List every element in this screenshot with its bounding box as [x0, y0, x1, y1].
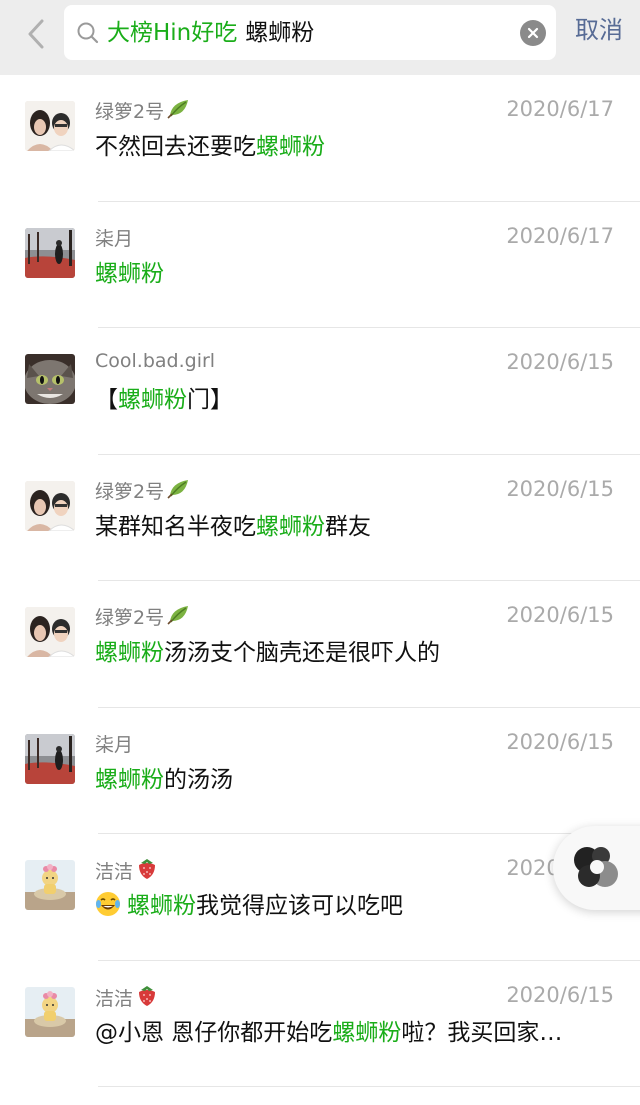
sender-name-text: 柒月: [95, 227, 134, 250]
message-date: 2020/6/15: [506, 603, 614, 627]
avatar[interactable]: [25, 227, 75, 278]
avatar[interactable]: [25, 986, 75, 1037]
sender-name: 柒月: [95, 224, 133, 251]
message-keyword-highlight: 螺蛳粉: [95, 260, 164, 287]
message-text-before: 不然回去还要吃: [95, 134, 256, 160]
avatar[interactable]: [25, 354, 75, 404]
avatar[interactable]: [25, 860, 75, 910]
search-header: 大榜Hin好吃 螺蛳粉 取消: [0, 0, 640, 75]
avatar[interactable]: [25, 101, 75, 151]
avatar[interactable]: [25, 733, 75, 784]
sender-name-text: 洁洁: [95, 861, 134, 883]
message-keyword-highlight: 螺蛳粉: [118, 387, 187, 413]
chevron-left-icon: [28, 19, 44, 49]
result-item[interactable]: 绿箩2号 2020/6/15 某群知名半夜吃螺蛳粉群友: [0, 455, 640, 581]
clear-search-button[interactable]: [520, 20, 546, 46]
message-text-before: @小恩 恩仔你都开始吃: [95, 1019, 333, 1046]
message-preview: 螺蛳粉的汤汤: [95, 764, 233, 796]
sender-name-text: 绿箩2号: [95, 101, 165, 123]
leaf-icon: [167, 477, 191, 504]
sender-name-text: 绿箩2号: [95, 607, 165, 629]
result-item[interactable]: 柒月 2020/6/15 螺蛳粉的汤汤: [0, 708, 640, 834]
message-date: 2020/6/17: [506, 97, 614, 121]
cancel-button[interactable]: 取消: [575, 13, 623, 47]
search-keyword: 螺蛳粉: [245, 20, 315, 46]
message-keyword-highlight: 螺蛳粉: [95, 766, 164, 793]
result-item[interactable]: 洁洁 2020/6/15 @小恩 恩仔你都开始吃螺蛳粉啦？我买回家…: [0, 961, 640, 1087]
message-keyword-highlight: 螺蛳粉: [256, 513, 325, 540]
message-text-after: 汤汤支个脑壳还是很吓人的: [164, 640, 440, 666]
message-preview: 不然回去还要吃螺蛳粉: [95, 131, 325, 163]
message-text-after: 我觉得应该可以吃吧: [196, 893, 403, 919]
message-text-after: 门】: [187, 387, 233, 413]
sender-name: 绿箩2号: [95, 603, 191, 630]
message-preview: 【螺蛳粉门】: [95, 384, 233, 416]
divider: [98, 1086, 640, 1087]
avatar[interactable]: [25, 607, 75, 657]
result-item[interactable]: 绿箩2号 2020/6/15 螺蛳粉汤汤支个脑壳还是很吓人的: [0, 581, 640, 708]
result-item[interactable]: Cool.bad.girl 2020/6/15 【螺蛳粉门】: [0, 328, 640, 455]
search-tag: 大榜Hin好吃: [107, 20, 238, 46]
message-text-before: 某群知名半夜吃: [95, 513, 256, 540]
search-results-list: 绿箩2号 2020/6/17 不然回去还要吃螺蛳粉 柒月 2020/6/17 螺…: [0, 75, 640, 1087]
message-keyword-highlight: 螺蛳粉: [95, 640, 164, 666]
strawberry-icon: [136, 856, 158, 885]
message-preview: 螺蛳粉我觉得应该可以吃吧: [95, 890, 403, 922]
sender-name: 绿箩2号: [95, 97, 191, 124]
message-preview: 螺蛳粉汤汤支个脑壳还是很吓人的: [95, 637, 440, 669]
message-date: 2020/6/17: [506, 223, 614, 248]
message-preview: 螺蛳粉: [95, 258, 164, 290]
message-text-after: 的汤汤: [164, 766, 233, 793]
avatar[interactable]: [25, 480, 75, 531]
floating-window-icon: [574, 847, 618, 887]
message-text-after: 群友: [325, 513, 371, 540]
message-keyword-highlight: 螺蛳粉: [127, 893, 196, 919]
floating-window-button[interactable]: [553, 826, 640, 910]
message-text-before: 【: [95, 387, 118, 413]
sender-name: Cool.bad.girl: [95, 350, 215, 372]
laughing-tears-icon: [96, 892, 120, 916]
message-date: 2020/6/15: [506, 729, 614, 754]
sender-name-text: 绿箩2号: [95, 480, 165, 503]
sender-name-text: Cool.bad.girl: [95, 350, 216, 372]
sender-name-text: 柒月: [95, 733, 134, 756]
result-item[interactable]: 洁洁 2020/6/15 螺蛳粉我觉得应该可以吃吧: [0, 834, 640, 961]
search-query: 大榜Hin好吃 螺蛳粉: [107, 16, 314, 50]
message-preview: @小恩 恩仔你都开始吃螺蛳粉啦？我买回家…: [95, 1017, 562, 1049]
strawberry-icon: [136, 983, 158, 1012]
search-icon: [77, 22, 99, 44]
close-icon: [527, 27, 539, 39]
message-text-after: 啦？我买回家…: [401, 1019, 563, 1046]
sender-name: 洁洁: [95, 856, 158, 885]
message-preview: 某群知名半夜吃螺蛳粉群友: [95, 511, 371, 543]
sender-name-text: 洁洁: [95, 987, 134, 1010]
leaf-icon: [167, 603, 191, 630]
back-button[interactable]: [18, 14, 54, 54]
result-item[interactable]: 柒月 2020/6/17 螺蛳粉: [0, 202, 640, 328]
message-keyword-highlight: 螺蛳粉: [332, 1019, 402, 1046]
message-date: 2020/6/15: [506, 982, 614, 1007]
leaf-icon: [167, 97, 191, 124]
message-date: 2020/6/15: [506, 476, 614, 501]
search-input[interactable]: 大榜Hin好吃 螺蛳粉: [64, 5, 556, 60]
message-keyword-highlight: 螺蛳粉: [256, 134, 325, 160]
sender-name: 柒月: [95, 730, 133, 757]
sender-name: 洁洁: [95, 983, 158, 1012]
sender-name: 绿箩2号: [95, 477, 191, 504]
message-date: 2020/6/15: [506, 350, 614, 374]
result-item[interactable]: 绿箩2号 2020/6/17 不然回去还要吃螺蛳粉: [0, 75, 640, 202]
